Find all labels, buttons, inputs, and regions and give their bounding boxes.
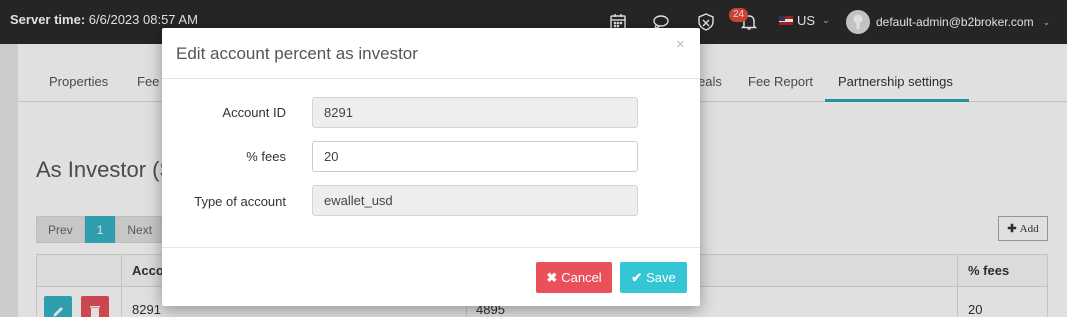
fees-label: % fees xyxy=(246,149,286,164)
close-icon: ✖ xyxy=(546,269,558,285)
account-type-field: ewallet_usd xyxy=(312,185,638,216)
save-label: Save xyxy=(646,270,676,285)
fees-input[interactable]: 20 xyxy=(312,141,638,172)
account-id-label: Account ID xyxy=(222,105,286,120)
save-button[interactable]: ✔ Save xyxy=(620,262,687,293)
divider xyxy=(162,78,700,79)
edit-account-modal: Edit account percent as investor × Accou… xyxy=(162,28,700,306)
check-icon: ✔ xyxy=(631,269,643,285)
cancel-label: Cancel xyxy=(561,270,602,285)
close-icon[interactable]: × xyxy=(676,36,685,53)
modal-title: Edit account percent as investor xyxy=(176,44,418,63)
divider xyxy=(162,247,700,248)
account-type-label: Type of account xyxy=(194,194,286,209)
account-id-field: 8291 xyxy=(312,97,638,128)
cancel-button[interactable]: ✖ Cancel xyxy=(536,262,612,293)
